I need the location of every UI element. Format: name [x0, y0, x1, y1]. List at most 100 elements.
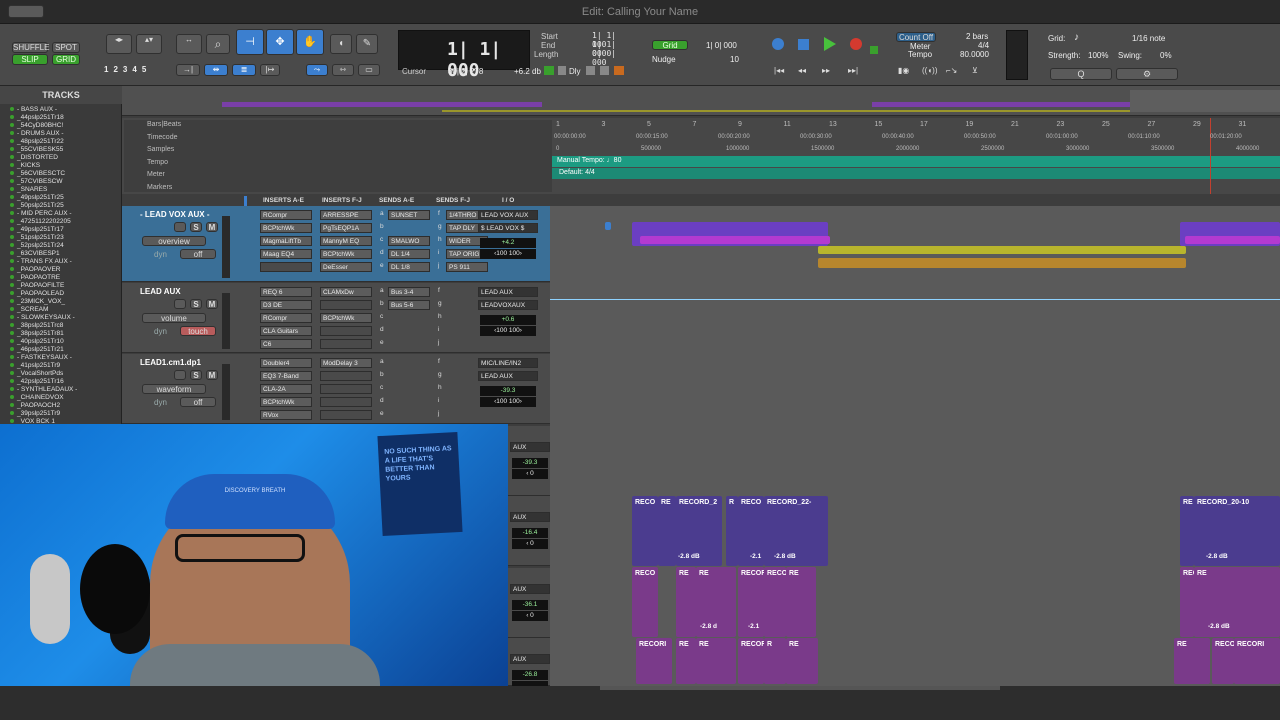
automation-mode-selector[interactable]: off: [180, 397, 216, 407]
track-active-icon[interactable]: [10, 419, 14, 424]
input-selector[interactable]: LEAD VOX AUX: [478, 210, 538, 220]
send-slot[interactable]: DL 1/8: [388, 262, 430, 272]
mute-button[interactable]: M: [206, 299, 218, 309]
audio-clip[interactable]: [1185, 236, 1280, 244]
ext-icon[interactable]: [586, 66, 595, 75]
tracks-list-item[interactable]: _PAOPAOFILTE: [0, 282, 122, 290]
audio-clip[interactable]: [818, 246, 1186, 254]
track-active-icon[interactable]: [10, 219, 14, 224]
insert-slot[interactable]: C6: [260, 339, 312, 349]
grabber-tool-icon[interactable]: ✋: [296, 29, 324, 55]
back-icon[interactable]: ◂◂: [798, 66, 806, 75]
tracks-list-item[interactable]: _PAOPAOLEAD: [0, 290, 122, 298]
settings-gear-icon[interactable]: ⚙: [1116, 68, 1178, 80]
track-active-icon[interactable]: [10, 251, 14, 256]
track-header[interactable]: - LEAD VOX AUX - S Moverview dyn off RCompr BC…: [122, 206, 550, 282]
track-active-icon[interactable]: [10, 147, 14, 152]
track-name[interactable]: LEAD AUX: [140, 287, 181, 296]
track-active-icon[interactable]: [10, 211, 14, 216]
magnifier-icon[interactable]: ⌕: [206, 34, 230, 54]
dly-label[interactable]: Dly: [569, 67, 581, 76]
spot-mode-button[interactable]: SPOT: [52, 42, 80, 53]
zoom-preset-2[interactable]: 2: [113, 65, 122, 74]
insert-slot[interactable]: [320, 384, 372, 394]
solo-button[interactable]: S: [190, 370, 202, 380]
clip-fragment[interactable]: [605, 222, 611, 230]
track-active-icon[interactable]: [10, 315, 14, 320]
zoom-preset-4[interactable]: 4: [132, 65, 141, 74]
solo-button[interactable]: S: [190, 299, 202, 309]
insert-slot[interactable]: BCPtchWk: [260, 397, 312, 407]
length-value[interactable]: 0| 0| 000: [592, 49, 626, 67]
track-active-icon[interactable]: [10, 243, 14, 248]
audio-clip[interactable]: [1194, 567, 1280, 637]
grid-value[interactable]: 1| 0| 000: [706, 41, 737, 50]
quantize-icon[interactable]: Q: [1050, 68, 1112, 80]
track-active-icon[interactable]: [10, 347, 14, 352]
tracks-list-item[interactable]: _SNARES: [0, 186, 122, 194]
tracks-list-item[interactable]: _39pslp251Tr9: [0, 410, 122, 418]
send-slot[interactable]: SUNSET: [388, 210, 430, 220]
output-selector[interactable]: AUX: [510, 654, 550, 664]
tracks-list-item[interactable]: _38pslp251Trc8: [0, 322, 122, 330]
tracks-list-item[interactable]: _44pslp251Tr18: [0, 114, 122, 122]
output-selector[interactable]: AUX: [510, 512, 550, 522]
tracks-list-item[interactable]: _DISTORTED: [0, 154, 122, 162]
tracks-list-item[interactable]: - TRANS FX AUX -: [0, 258, 122, 266]
tracks-list-item[interactable]: _40pslp251Tr10: [0, 338, 122, 346]
tracks-list-item[interactable]: - SYNTHLEADAUX -: [0, 386, 122, 394]
tracks-list-item[interactable]: _49pslp251Tr17: [0, 226, 122, 234]
grid-note-value[interactable]: 1/16 note: [1132, 34, 1165, 43]
tracks-list-item[interactable]: _47251122202205: [0, 218, 122, 226]
record-icon[interactable]: [850, 38, 862, 50]
track-active-icon[interactable]: [10, 187, 14, 192]
automation-mode-selector[interactable]: off: [180, 249, 216, 259]
track-active-icon[interactable]: [10, 299, 14, 304]
online-icon[interactable]: [772, 38, 784, 50]
pan-readout[interactable]: ‹ 0: [512, 611, 548, 621]
track-active-icon[interactable]: [10, 379, 14, 384]
tracks-list-item[interactable]: _CHAINEDVOX: [0, 394, 122, 402]
input-selector[interactable]: LEAD AUX: [478, 287, 538, 297]
track-view-selector[interactable]: waveform: [142, 384, 206, 394]
track-active-icon[interactable]: [10, 403, 14, 408]
track-active-icon[interactable]: [10, 235, 14, 240]
automation-follows-icon[interactable]: ⤳: [306, 64, 328, 76]
volume-readout[interactable]: -26.8: [512, 670, 548, 680]
insert-slot[interactable]: BCPtchWk: [320, 313, 372, 323]
tracks-list-item[interactable]: _PAOPAOTRE: [0, 274, 122, 282]
track-active-icon[interactable]: [10, 123, 14, 128]
insert-slot[interactable]: RCompr: [260, 210, 312, 220]
track-active-icon[interactable]: [10, 131, 14, 136]
shuffle-mode-button[interactable]: SHUFFLE: [12, 42, 49, 53]
nudge-value[interactable]: 10: [730, 55, 739, 64]
mute-button[interactable]: M: [206, 370, 218, 380]
insert-slot[interactable]: MannyM EQ: [320, 236, 372, 246]
insert-slot[interactable]: [320, 371, 372, 381]
end-icon[interactable]: ▸▸|: [848, 66, 858, 75]
volume-readout[interactable]: -39.3: [512, 458, 548, 468]
track-active-icon[interactable]: [10, 307, 14, 312]
insert-slot[interactable]: CLA-2A: [260, 384, 312, 394]
track-active-icon[interactable]: [10, 387, 14, 392]
automation-line[interactable]: [550, 299, 1280, 300]
track-active-icon[interactable]: [10, 411, 14, 416]
insert-slot[interactable]: CLAMxDw: [320, 287, 372, 297]
track-active-icon[interactable]: [10, 331, 14, 336]
track-active-icon[interactable]: [10, 107, 14, 112]
link-timeline-icon[interactable]: ⇹: [204, 64, 228, 76]
track-active-icon[interactable]: [10, 339, 14, 344]
tracks-list-item[interactable]: _VocalShortPds: [0, 370, 122, 378]
tracks-list-item[interactable]: _55CVIBESK55: [0, 146, 122, 154]
track-active-icon[interactable]: [10, 275, 14, 280]
insert-slot[interactable]: Maag EQ4: [260, 249, 312, 259]
track-header[interactable]: LEAD1.cm1.dp1 S Mwaveform dyn off Doubler4 EQ3…: [122, 354, 550, 424]
audio-clip[interactable]: [640, 236, 830, 244]
audio-clip[interactable]: [818, 258, 1186, 268]
tracks-list-item[interactable]: _57CVIBESCW: [0, 178, 122, 186]
audio-clip[interactable]: [1180, 567, 1194, 637]
tracks-list-item[interactable]: - DRUMS AUX -: [0, 130, 122, 138]
forward-icon[interactable]: ▸▸: [822, 66, 830, 75]
automation-mode-selector[interactable]: touch: [180, 326, 216, 336]
track-active-icon[interactable]: [10, 323, 14, 328]
